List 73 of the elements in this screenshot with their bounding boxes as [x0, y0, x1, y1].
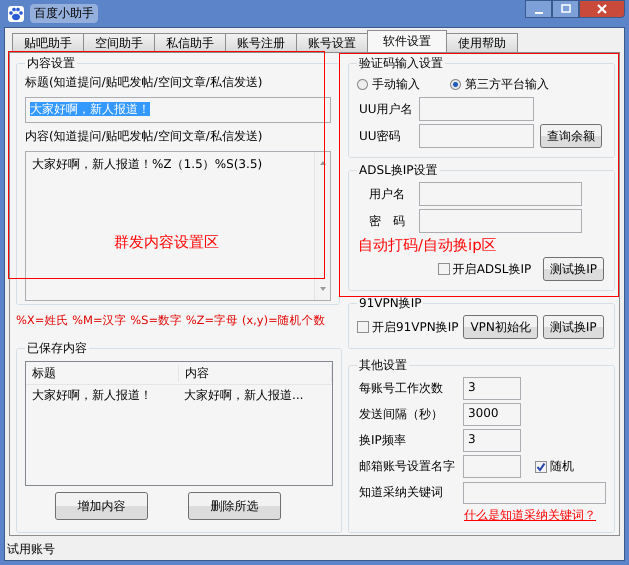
action-button[interactable]: 删除所选 — [188, 492, 281, 520]
radio-label: 手动输入 — [372, 76, 420, 93]
tab[interactable]: 账号注册 — [225, 33, 297, 52]
annotation-text: 群发内容设置区 — [114, 233, 219, 252]
scroll-up-icon[interactable] — [318, 160, 326, 166]
username-field[interactable] — [419, 182, 582, 206]
tab[interactable]: 使用帮助 — [446, 33, 518, 52]
field-label: UU密码 — [358, 128, 402, 144]
maximize-button[interactable] — [552, 0, 579, 18]
field-value: 3000 — [468, 406, 499, 420]
help-link[interactable]: 什么是知道采纳关键词？ — [464, 507, 596, 524]
vpn-init-button[interactable]: VPN初始化 — [463, 315, 538, 339]
field-label: 知道采纳关键词 — [358, 484, 444, 501]
group-title: 内容设置 — [26, 55, 76, 72]
minimize-button[interactable] — [525, 0, 552, 18]
maximize-icon — [560, 4, 570, 14]
group-title: ADSL换IP设置 — [358, 162, 439, 179]
field-label: 用户名 — [368, 186, 406, 202]
group-title: 验证码输入设置 — [358, 55, 444, 72]
checkbox-label: 随机 — [550, 458, 574, 475]
status-text: 试用账号 — [7, 540, 55, 558]
number-field[interactable]: 3000 — [463, 403, 521, 426]
number-field[interactable]: 3 — [463, 429, 521, 452]
close-icon — [596, 4, 608, 14]
radio-button[interactable] — [357, 79, 368, 90]
group-title: 91VPN换IP — [358, 295, 422, 312]
field-value: 3 — [468, 432, 476, 446]
field-value: 3 — [468, 380, 476, 394]
checkbox[interactable] — [535, 460, 547, 472]
column-header[interactable]: 内容 — [179, 364, 332, 382]
column-header[interactable]: 标题 — [26, 364, 179, 382]
field-label: 每账号工作次数 — [358, 380, 444, 397]
checkbox[interactable] — [438, 263, 450, 275]
test-button[interactable]: 测试换IP — [543, 257, 604, 281]
list-cell-text: 大家好啊，新人报道... — [183, 387, 304, 404]
content-text: 大家好啊，新人报道！%Z（1.5）%S(3.5) — [32, 157, 262, 171]
scroll-down-icon[interactable] — [318, 286, 326, 292]
paw-icon — [8, 6, 24, 22]
annotation-text: 自动打码/自动换ip区 — [358, 236, 497, 255]
close-button[interactable] — [579, 0, 625, 18]
window-title: 百度小助手 — [30, 4, 98, 23]
checkbox-label: 开启91VPN换IP — [372, 318, 458, 336]
name-field[interactable] — [463, 455, 521, 478]
field-label: 换IP频率 — [358, 432, 407, 449]
checkbox[interactable] — [357, 321, 369, 333]
tab[interactable]: 账号设置 — [296, 33, 368, 52]
keyword-field[interactable] — [463, 482, 606, 504]
password-field[interactable] — [419, 124, 534, 148]
test-button[interactable]: 测试换IP — [542, 315, 604, 339]
tab[interactable]: 空间助手 — [83, 33, 155, 52]
username-field[interactable] — [419, 97, 534, 121]
tab[interactable]: 私信助手 — [154, 33, 226, 52]
field-label: 邮箱账号设置名字 — [358, 458, 456, 475]
tab[interactable]: 软件设置 — [367, 30, 447, 52]
tab[interactable]: 贴吧助手 — [12, 33, 84, 52]
password-field[interactable] — [419, 209, 582, 233]
field-label: 发送间隔（秒） — [358, 406, 444, 423]
group-title: 已保存内容 — [26, 340, 88, 357]
number-field[interactable]: 3 — [463, 377, 521, 400]
field-label: 标题(知道提问/贴吧发帖/空间文章/私信发送) — [25, 74, 264, 91]
list-cell-text: 大家好啊，新人报道！ — [31, 387, 153, 404]
minimize-icon — [534, 12, 542, 14]
radio-button[interactable] — [450, 79, 461, 90]
field-label: UU用户名 — [358, 100, 414, 118]
group-title: 其他设置 — [358, 357, 408, 374]
checkbox-label: 开启ADSL换IP — [452, 260, 532, 278]
action-button[interactable]: 增加内容 — [55, 492, 148, 520]
query-button[interactable]: 查询余额 — [540, 124, 602, 148]
field-label: 内容(知道提问/贴吧发帖/空间文章/私信发送) — [25, 128, 264, 145]
hint-text: %X=姓氏 %M=汉字 %S=数字 %Z=字母 (x,y)=随机个数 — [16, 313, 327, 328]
field-label: 密 码 — [368, 212, 406, 230]
radio-label: 第三方平台输入 — [465, 76, 549, 93]
field-value: 大家好啊，新人报道！ — [30, 102, 150, 116]
